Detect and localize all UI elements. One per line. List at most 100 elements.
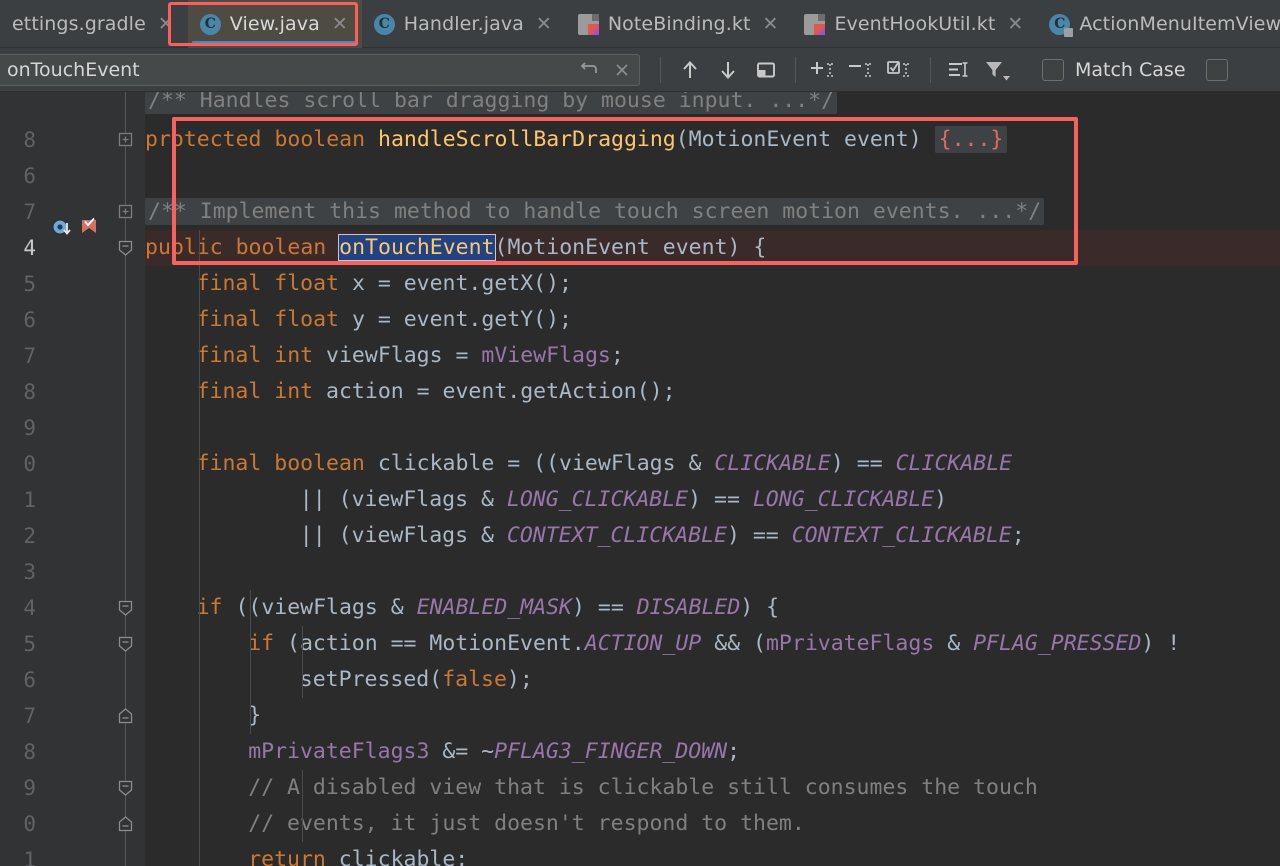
code-line[interactable]: final int viewFlags = mViewFlags; [197, 338, 624, 374]
code-line[interactable]: /** Handles scroll bar dragging by mouse… [145, 92, 838, 119]
code-token: final [196, 343, 275, 368]
open-in-new-window-icon[interactable] [747, 53, 785, 87]
line-number: 8 [23, 740, 36, 764]
match-case-checkbox[interactable] [1042, 58, 1064, 81]
code-line[interactable]: final float x = event.getX(); [197, 266, 572, 302]
find-next-button[interactable] [709, 53, 747, 87]
indent-guide [301, 626, 303, 698]
code-token: && ( [701, 631, 766, 656]
tab-close-icon[interactable]: ✕ [158, 14, 174, 34]
fold-toggle-plus-icon[interactable] [117, 131, 134, 148]
code-line[interactable]: setPressed(false); [300, 662, 533, 698]
match-case-label: Match Case [1075, 58, 1186, 81]
remove-selection-icon[interactable] [844, 53, 882, 87]
search-input[interactable] [0, 58, 571, 81]
code-token: || (viewFlags & [299, 523, 507, 548]
find-input-wrapper[interactable] [0, 53, 640, 86]
code-token: ; [727, 739, 741, 764]
line-number: 5 [23, 272, 36, 296]
code-token: public [145, 235, 236, 260]
tab-label: EventHookUtil.kt [834, 13, 996, 35]
code-line[interactable]: public boolean onTouchEvent(MotionEvent … [145, 230, 766, 266]
indent-guide [250, 590, 252, 734]
code-token: if [196, 595, 236, 620]
line-number: 6 [23, 308, 36, 332]
code-line[interactable]: if ((viewFlags & ENABLED_MASK) == DISABL… [197, 590, 780, 626]
code-token: setPressed( [299, 667, 443, 692]
code-token: final [196, 451, 275, 476]
code-token: PFLAG3_FINGER_DOWN [494, 739, 728, 764]
code-token: &= ~ [429, 739, 495, 764]
find-previous-button[interactable] [671, 53, 709, 87]
kotlin-file-icon [577, 13, 599, 35]
code-line[interactable]: final boolean clickable = ((viewFlags & … [197, 446, 1013, 482]
fold-toggle-minus-down-icon[interactable] [117, 779, 134, 796]
funnel-icon[interactable] [979, 53, 1017, 87]
code-line[interactable]: if (action == MotionEvent.ACTION_UP && (… [248, 626, 1180, 662]
fold-toggle-minus-down-icon[interactable] [117, 239, 134, 256]
code-line[interactable]: // events, it just doesn't respond to th… [248, 806, 805, 842]
fold-toggle-minus-up-icon[interactable] [117, 707, 134, 724]
editor-tab-handler-java[interactable]: C Handler.java ✕ [362, 0, 566, 48]
overridden-method-icon[interactable] [52, 218, 74, 244]
editor-tab-ettings-gradle[interactable]: ettings.gradle ✕ [0, 0, 188, 48]
match-case-option[interactable]: Match Case [1042, 58, 1186, 81]
secondary-checkbox[interactable] [1205, 58, 1228, 81]
code-token: ; [610, 343, 624, 368]
selected-token: onTouchEvent [338, 234, 496, 261]
fold-toggle-minus-down-icon[interactable] [117, 599, 134, 616]
tab-close-icon[interactable]: ✕ [1007, 14, 1023, 34]
editor-tab-notebinding-kt[interactable]: NoteBinding.kt ✕ [566, 0, 793, 48]
editor-tab-actionmenuitemview-[interactable]: C ActionMenuItemView. [1037, 0, 1280, 48]
code-editor[interactable]: /** Handles scroll bar dragging by mouse… [0, 92, 1280, 866]
fold-toggle-minus-up-icon[interactable] [117, 815, 134, 832]
line-number: 6 [23, 164, 36, 188]
line-number: 7 [23, 344, 36, 368]
tab-close-icon[interactable]: ✕ [763, 14, 779, 34]
line-number: 2 [23, 524, 36, 548]
code-token: clickable [338, 847, 456, 866]
close-icon[interactable] [605, 55, 639, 85]
tab-close-icon[interactable]: ✕ [332, 14, 348, 34]
code-token: clickable = ((viewFlags & [377, 451, 715, 476]
secondary-option[interactable] [1205, 58, 1228, 81]
code-token: mPrivateFlags [765, 631, 935, 656]
add-selection-icon[interactable] [806, 53, 844, 87]
code-token: float [274, 307, 352, 332]
code-token: y = event.getY(); [351, 307, 572, 332]
editor-tab-bar: ettings.gradle ✕ C View.java ✕ C Handler.java ✕… [0, 0, 1280, 48]
tab-label: ActionMenuItemView. [1079, 13, 1280, 35]
code-token: // events, it just doesn't respond to th… [248, 811, 805, 836]
code-line[interactable]: protected boolean handleScrollBarDraggin… [145, 122, 1008, 158]
ide-editor-window: ettings.gradle ✕ C View.java ✕ C Handler.java ✕… [0, 0, 1280, 866]
code-line[interactable]: // A disabled view that is clickable sti… [248, 770, 1038, 806]
select-all-check-icon[interactable] [882, 53, 920, 87]
code-token: boolean [274, 451, 378, 476]
code-line[interactable]: mPrivateFlags3 &= ~PFLAG3_FINGER_DOWN; [248, 734, 740, 770]
bookmark-check-icon[interactable] [78, 216, 102, 244]
indent-guide [198, 230, 200, 866]
tab-label: ettings.gradle [12, 13, 146, 35]
code-token: ) == [830, 451, 896, 476]
indent-guide [301, 770, 303, 842]
code-line[interactable]: final float y = event.getY(); [197, 302, 572, 338]
tab-close-icon[interactable]: ✕ [536, 14, 552, 34]
code-line[interactable]: || (viewFlags & LONG_CLICKABLE) == LONG_… [300, 482, 947, 518]
code-line[interactable]: || (viewFlags & CONTEXT_CLICKABLE) == CO… [300, 518, 1025, 554]
editor-tab-view-java[interactable]: C View.java ✕ [187, 0, 362, 48]
toolbar-divider-2 [795, 56, 796, 83]
code-line[interactable]: /** Implement this method to handle touc… [145, 194, 1045, 230]
code-line[interactable]: return clickable; [248, 842, 468, 866]
list-lines-icon[interactable] [941, 53, 979, 87]
line-number: 0 [23, 812, 36, 836]
search-history-icon[interactable] [571, 55, 605, 85]
code-token: ) { [740, 595, 780, 620]
line-number: 4 [23, 596, 36, 620]
code-line[interactable]: final int action = event.getAction(); [197, 374, 676, 410]
code-token: & [934, 631, 974, 656]
toolbar-divider [660, 56, 661, 83]
fold-toggle-plus-icon[interactable] [117, 203, 134, 220]
code-token: ((viewFlags & [235, 595, 417, 620]
editor-tab-eventhookutil-kt[interactable]: EventHookUtil.kt ✕ [792, 0, 1037, 48]
fold-toggle-minus-down-icon[interactable] [117, 635, 134, 652]
